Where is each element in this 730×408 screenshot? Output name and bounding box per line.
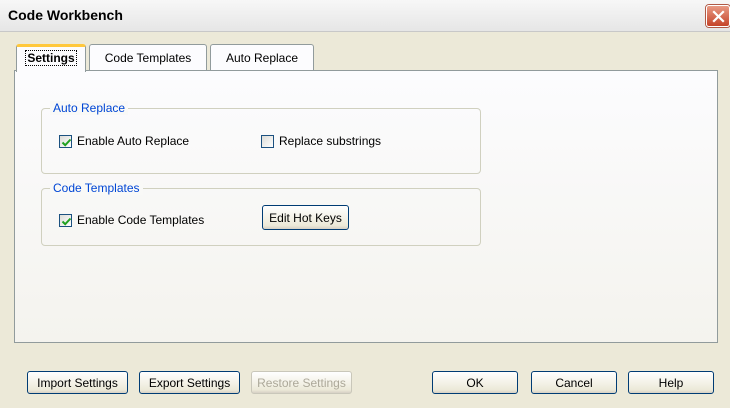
code-templates-group-title: Code Templates — [50, 181, 143, 195]
help-button[interactable]: Help — [628, 371, 714, 394]
enable-code-templates-box[interactable] — [59, 213, 72, 227]
ok-button[interactable]: OK — [432, 371, 518, 394]
close-icon — [712, 10, 725, 23]
enable-auto-replace-box[interactable] — [59, 134, 72, 148]
export-settings-button[interactable]: Export Settings — [139, 371, 240, 394]
enable-code-templates-checkbox[interactable]: Enable Code Templates — [59, 213, 204, 227]
code-workbench-dialog: Code Workbench Settings Code Templates A… — [0, 0, 730, 408]
replace-substrings-checkbox[interactable]: Replace substrings — [261, 134, 381, 148]
enable-auto-replace-checkbox[interactable]: Enable Auto Replace — [59, 134, 189, 148]
checkmark-icon — [61, 138, 72, 147]
tab-code-templates-label: Code Templates — [104, 51, 192, 65]
enable-code-templates-label: Enable Code Templates — [77, 213, 205, 227]
restore-settings-button: Restore Settings — [251, 371, 352, 394]
edit-hot-keys-button[interactable]: Edit Hot Keys — [262, 205, 349, 230]
checkmark-icon — [61, 217, 72, 226]
close-button[interactable] — [706, 5, 730, 27]
tab-settings-label: Settings — [25, 50, 77, 66]
import-settings-button[interactable]: Import Settings — [27, 371, 128, 394]
enable-auto-replace-label: Enable Auto Replace — [77, 134, 190, 148]
replace-substrings-box[interactable] — [261, 134, 274, 148]
tab-auto-replace[interactable]: Auto Replace — [210, 44, 314, 70]
auto-replace-group-title: Auto Replace — [50, 101, 129, 115]
replace-substrings-label: Replace substrings — [279, 134, 382, 148]
tab-settings[interactable]: Settings — [16, 44, 86, 72]
tab-auto-replace-label: Auto Replace — [225, 51, 299, 65]
auto-replace-groupbox: Auto Replace Enable Auto Replace Replace… — [41, 101, 481, 174]
window-title: Code Workbench — [8, 7, 123, 23]
settings-tab-panel: Auto Replace Enable Auto Replace Replace… — [14, 70, 718, 343]
cancel-button[interactable]: Cancel — [531, 371, 617, 394]
title-bar[interactable]: Code Workbench — [0, 0, 730, 32]
tab-code-templates[interactable]: Code Templates — [89, 44, 207, 70]
code-templates-groupbox: Code Templates Enable Code Templates Edi… — [41, 181, 481, 246]
